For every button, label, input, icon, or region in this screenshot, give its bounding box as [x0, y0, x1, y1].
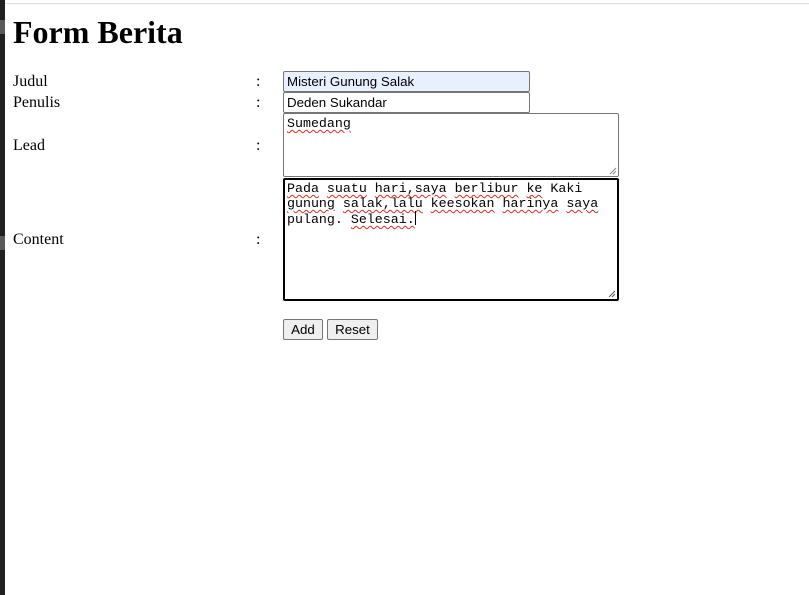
resize-grip-icon[interactable] [609, 167, 617, 175]
content-word: berlibur [454, 181, 519, 196]
content-word: ke [526, 181, 543, 196]
window-edge-marker [0, 236, 5, 250]
top-divider [5, 3, 809, 4]
content-word: hari,saya [374, 181, 447, 196]
penulis-input-value: Deden Sukandar [287, 95, 387, 110]
judul-input[interactable]: Misteri Gunung Salak [283, 71, 530, 92]
judul-input-value: Misteri Gunung Salak [287, 74, 415, 89]
reset-button[interactable]: Reset [327, 319, 378, 340]
penulis-colon: : [256, 94, 261, 111]
lead-textarea-value: Sumedang [287, 116, 351, 131]
lead-label: Lead [13, 137, 45, 154]
content-word: keesokan [430, 196, 495, 211]
content-word: gunung [287, 196, 335, 211]
lead-textarea[interactable]: Sumedang [283, 113, 619, 177]
judul-label: Judul [13, 73, 48, 90]
lead-colon: : [256, 137, 261, 154]
content-word: harinya [502, 196, 559, 211]
content-textarea[interactable]: Pada suatu hari,saya berlibur ke Kaki gu… [283, 178, 619, 301]
penulis-input[interactable]: Deden Sukandar [283, 92, 530, 113]
content-colon: : [256, 231, 261, 248]
window-edge-marker [0, 20, 5, 34]
judul-colon: : [256, 73, 261, 90]
text-caret [414, 211, 416, 225]
content-word: suatu [326, 181, 367, 196]
content-word: Pada [287, 181, 319, 196]
content-word: Selesai. [350, 212, 415, 227]
content-word: Kaki [550, 181, 583, 196]
content-word: pulang. [287, 212, 343, 227]
content-word: saya [566, 196, 599, 211]
add-button[interactable]: Add [283, 319, 323, 340]
content-word: salak,lalu [342, 196, 423, 211]
window-left-edge [0, 0, 5, 595]
content-label: Content [13, 231, 64, 248]
page-title: Form Berita [13, 14, 183, 50]
resize-grip-icon[interactable] [608, 290, 616, 298]
penulis-label: Penulis [13, 94, 61, 111]
